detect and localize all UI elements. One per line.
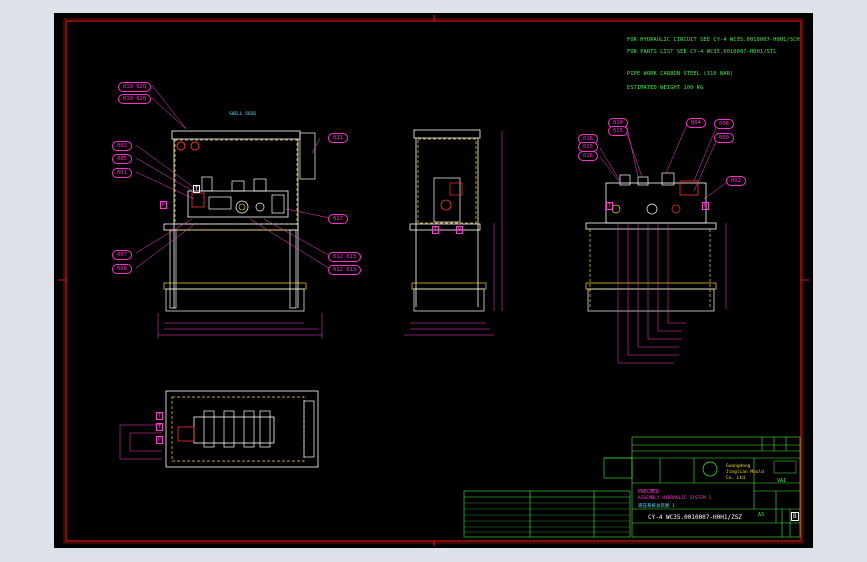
company-name: Guangdong Jinglian Mould Co. Ltd bbox=[726, 464, 764, 481]
port-label-front-p: P bbox=[160, 201, 168, 209]
callout-012-013-b: 012 013 bbox=[328, 265, 362, 275]
callout-012-013-a: 012 013 bbox=[328, 252, 362, 262]
port-label-plan-p: P bbox=[156, 436, 164, 444]
project-name: PRECMED bbox=[638, 489, 660, 495]
callout-007: 007 bbox=[112, 250, 132, 260]
callout-001: 001 bbox=[112, 168, 132, 178]
port-label-plan-t-b: T bbox=[156, 423, 164, 431]
note-hydraulic-circuit: FOR HYDRAULIC CIRCUIT SEE CY-4 WC35.0010… bbox=[627, 37, 800, 43]
callout-006: 006 bbox=[714, 119, 734, 129]
callout-004: 004 bbox=[686, 118, 706, 128]
title-block bbox=[603, 436, 801, 538]
callout-016-b: 016 bbox=[578, 151, 598, 161]
cad-drawing bbox=[58, 15, 809, 546]
border-ticks bbox=[58, 15, 809, 546]
drawing-sheet: FOR HYDRAULIC CIRCUIT SEE CY-4 WC35.0010… bbox=[54, 13, 813, 548]
callout-019-020-a: 019 020 bbox=[118, 82, 152, 92]
logo-text: VAI bbox=[777, 478, 787, 484]
callout-008: 008 bbox=[112, 264, 132, 274]
drawing-description: ASSEMBLY HYDRAULIC SYSTEM 1 bbox=[638, 496, 712, 501]
frame-label: SHELL 5656 bbox=[229, 112, 257, 117]
port-label-right-t: T bbox=[606, 202, 614, 210]
port-label-front-t: T bbox=[193, 185, 201, 193]
revision-letter: B bbox=[791, 512, 799, 521]
callout-003: 003 bbox=[112, 141, 132, 151]
drawing-description-cn: 液压系统总装图 1 bbox=[638, 504, 675, 509]
note-pipe-work: PIPE WORK CARBON STEEL (310 BAR) bbox=[627, 71, 734, 77]
side-view-middle bbox=[404, 129, 503, 336]
parts-list-table bbox=[463, 490, 631, 538]
port-label-plan-t-a: T bbox=[156, 412, 164, 420]
callout-017: 017 bbox=[328, 214, 348, 224]
drawing-number: CY-4 WC35.0010007-H0H1/ZSZ bbox=[648, 514, 742, 521]
sheet-size: A3 bbox=[758, 512, 765, 518]
callout-015-a: 015 bbox=[608, 126, 628, 136]
plan-view bbox=[119, 390, 319, 468]
callout-005: 005 bbox=[112, 154, 132, 164]
port-label-side-p: P bbox=[456, 226, 464, 234]
callout-021: 021 bbox=[328, 133, 348, 143]
callout-019-020-b: 019 020 bbox=[118, 94, 152, 104]
sheet-border bbox=[63, 18, 804, 544]
front-view bbox=[135, 84, 331, 339]
note-estimated-weight: ESTIMATED WEIGHT 100 KG bbox=[627, 85, 704, 91]
callout-002: 002 bbox=[726, 176, 746, 186]
side-view-right bbox=[585, 121, 731, 364]
note-parts-list: FOR PARTS LIST SEE CY-4 WC35.0010007-H0H… bbox=[627, 49, 777, 55]
callout-009: 009 bbox=[714, 133, 734, 143]
port-label-side-t: T bbox=[432, 226, 440, 234]
port-label-right-p: P bbox=[702, 202, 710, 210]
